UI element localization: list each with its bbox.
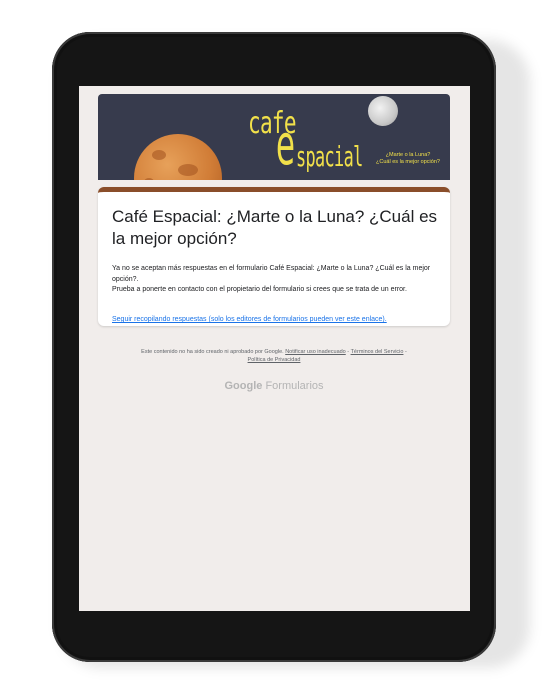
footer-disclaimer: Este contenido no ha sido creado ni apro…	[99, 348, 449, 364]
disclaimer-text: Este contenido no ha sido creado ni apro…	[141, 349, 284, 355]
logo-e-letter: e	[276, 113, 295, 178]
tagline-line-1: ¿Marte o la Luna?	[385, 152, 431, 158]
form-title: Café Espacial: ¿Marte o la Luna? ¿Cuál e…	[112, 207, 438, 248]
closed-message: Ya no se aceptan más respuestas en el fo…	[112, 264, 442, 296]
form-closed-card: Café Espacial: ¿Marte o la Luna? ¿Cuál e…	[98, 187, 450, 326]
formularios-wordmark: Formularios	[265, 380, 324, 392]
tagline-line-2: ¿Cuál es la mejor opción?	[376, 159, 440, 165]
logo-espacial-text: spacial	[296, 140, 363, 173]
mars-crater	[144, 178, 154, 180]
google-forms-logo[interactable]: Google Formularios	[99, 380, 449, 392]
closed-message-line-1: Ya no se aceptan más respuestas en el fo…	[112, 265, 431, 283]
footer-separator: -	[347, 349, 350, 355]
keep-collecting-link[interactable]: Seguir recopilando respuestas (solo los …	[112, 316, 442, 323]
privacy-link[interactable]: Política de Privacidad	[248, 357, 301, 363]
mars-planet-image	[134, 134, 222, 180]
banner-tagline: ¿Marte o la Luna? ¿Cuál es la mejor opci…	[366, 152, 450, 166]
google-wordmark: Google	[224, 380, 263, 392]
moon-planet-image	[368, 96, 398, 126]
closed-message-line-2: Prueba a ponerte en contacto con el prop…	[112, 286, 407, 293]
mars-crater	[178, 164, 198, 176]
footer-separator: -	[404, 349, 407, 355]
form-screen: cafe e spacial ¿Marte o la Luna? ¿Cuál e…	[79, 86, 470, 611]
terms-link[interactable]: Términos del Servicio	[351, 349, 404, 355]
header-banner: cafe e spacial ¿Marte o la Luna? ¿Cuál e…	[98, 94, 450, 180]
mars-crater	[152, 150, 166, 160]
report-abuse-link[interactable]: Notificar uso inadecuado	[285, 349, 346, 355]
